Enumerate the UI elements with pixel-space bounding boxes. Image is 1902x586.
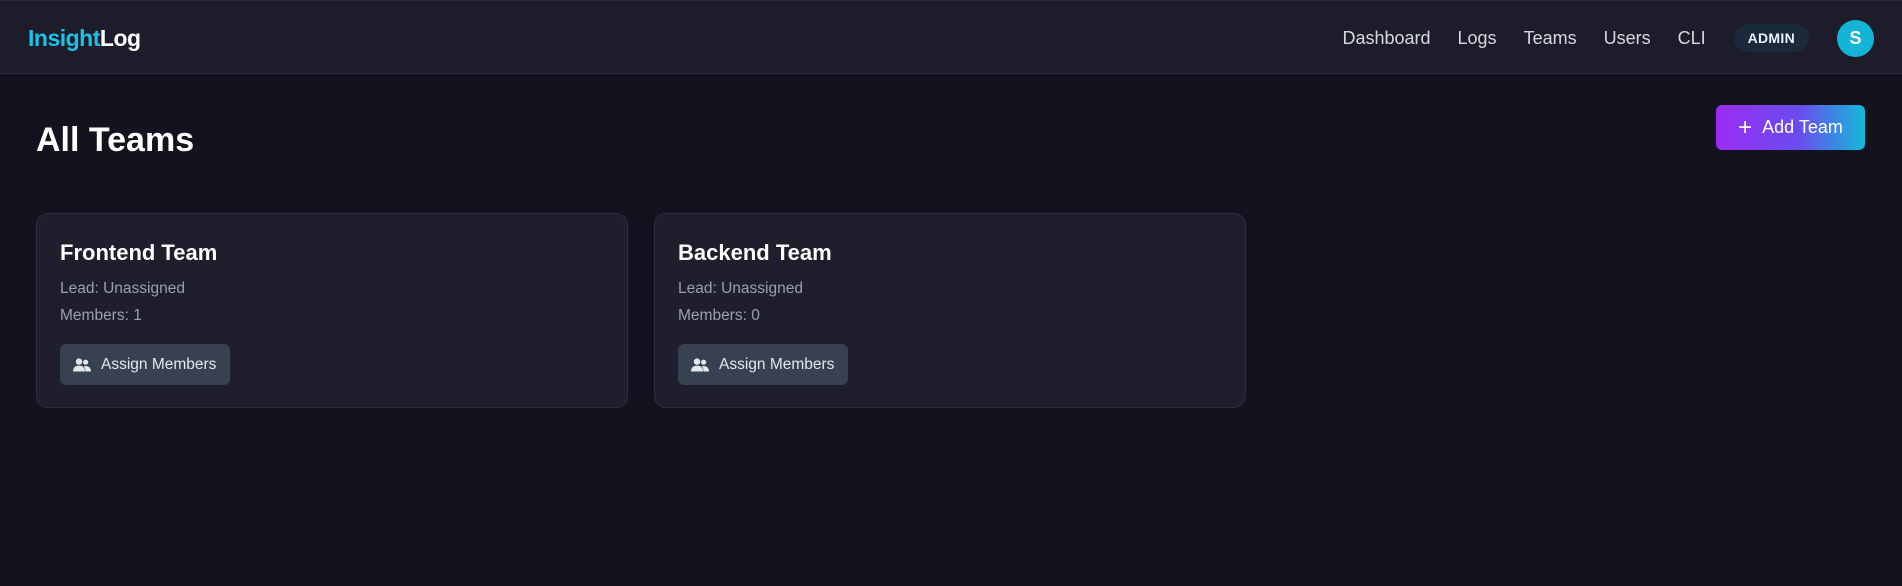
nav-link-teams[interactable]: Teams — [1524, 28, 1577, 49]
brand-logo-part1: Insight — [28, 25, 100, 51]
add-team-label: Add Team — [1762, 117, 1843, 137]
users-icon — [691, 357, 709, 371]
team-card-frontend: Frontend Team Lead: Unassigned Members: … — [36, 213, 628, 408]
nav-link-dashboard[interactable]: Dashboard — [1342, 28, 1430, 49]
add-team-button[interactable]: + Add Team — [1716, 105, 1865, 150]
brand-logo-part2: Log — [99, 25, 141, 51]
plus-icon: + — [1738, 113, 1753, 141]
users-icon — [73, 357, 91, 371]
assign-members-button[interactable]: Assign Members — [60, 344, 231, 385]
role-badge: ADMIN — [1733, 24, 1809, 52]
assign-members-label: Assign Members — [101, 355, 217, 373]
top-navbar: InsightLog Dashboard Logs Teams Users CL… — [0, 0, 1902, 74]
team-card-backend: Backend Team Lead: Unassigned Members: 0… — [654, 213, 1246, 408]
user-avatar[interactable]: S — [1837, 19, 1874, 57]
page-title: All Teams — [36, 121, 195, 159]
team-members-count: Members: 1 — [60, 307, 142, 324]
assign-members-button[interactable]: Assign Members — [678, 344, 849, 385]
team-name: Frontend Team — [60, 240, 218, 265]
nav-link-logs[interactable]: Logs — [1458, 28, 1497, 49]
brand-logo[interactable]: InsightLog — [28, 25, 141, 52]
team-lead: Lead: Unassigned — [678, 280, 803, 297]
nav-link-cli[interactable]: CLI — [1678, 28, 1706, 49]
main-nav: Dashboard Logs Teams Users CLI ADMIN S — [1342, 1, 1874, 75]
team-name: Backend Team — [678, 240, 832, 265]
nav-link-users[interactable]: Users — [1604, 28, 1651, 49]
team-members-count: Members: 0 — [678, 307, 760, 324]
assign-members-label: Assign Members — [719, 355, 835, 373]
team-lead: Lead: Unassigned — [60, 280, 185, 297]
